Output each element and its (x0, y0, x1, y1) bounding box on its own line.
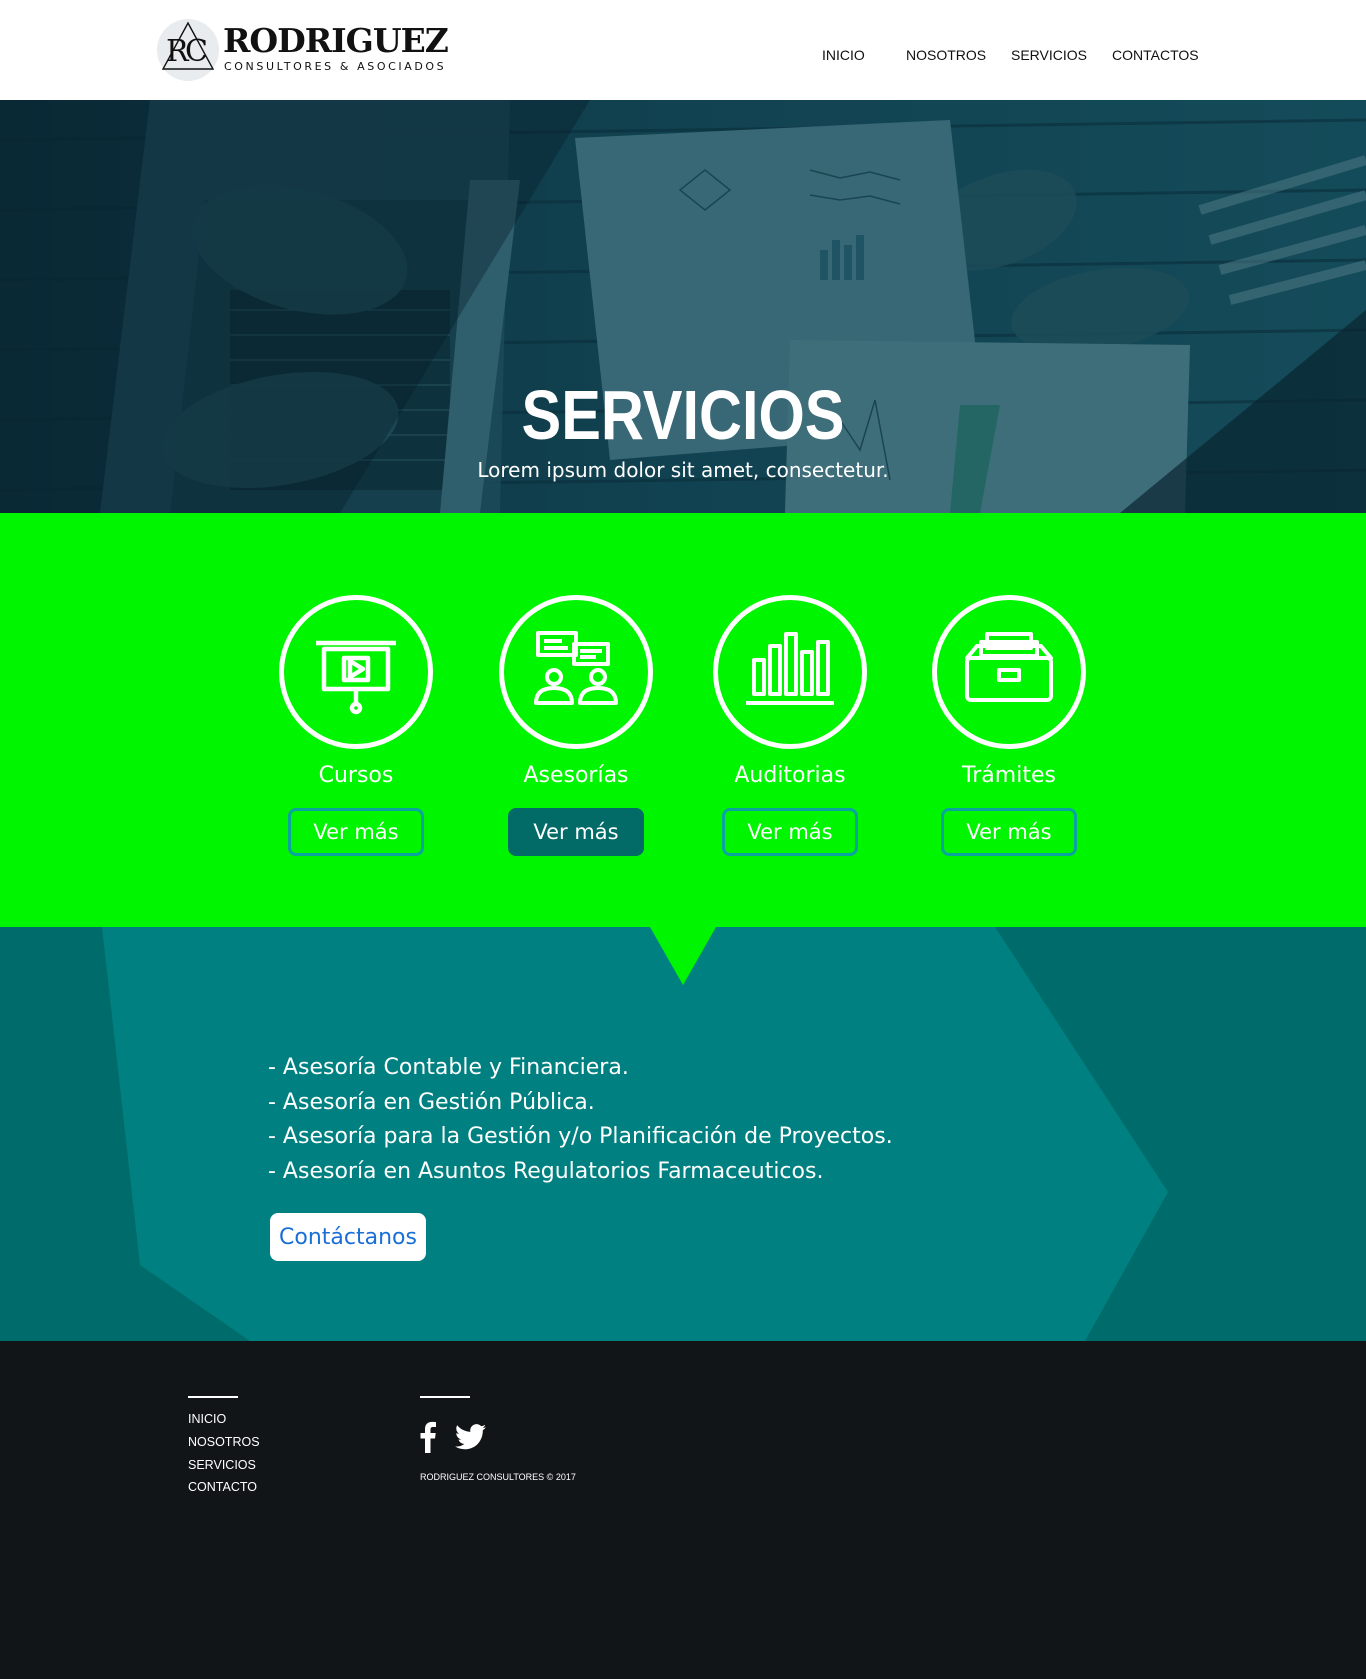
hero-subtitle: Lorem ipsum dolor sit amet, consectetur. (477, 458, 889, 482)
contactanos-button[interactable]: Contáctanos (270, 1213, 426, 1261)
ver-mas-button-cursos[interactable]: Ver más (288, 808, 424, 856)
service-card-cursos: Cursos Ver más (276, 595, 436, 856)
bar-chart-icon (746, 632, 834, 705)
service-card-asesorias: Asesorías Ver más (496, 595, 656, 856)
service-circle (932, 595, 1086, 749)
service-card-tramites: Trámites Ver más (929, 595, 1089, 856)
footer-link-inicio[interactable]: INICIO (188, 1412, 226, 1426)
file-drawer-icon (965, 632, 1053, 702)
hero-banner: SERVICIOS Lorem ipsum dolor sit amet, co… (0, 100, 1366, 513)
service-title: Auditorias (734, 763, 846, 788)
advisory-item: - Asesoría en Gestión Pública. (268, 1089, 595, 1115)
copyright-text: RODRIGUEZ CONSULTORES © 2017 (420, 1472, 576, 1482)
footer-divider (188, 1396, 238, 1398)
site-footer: INICIO NOSOTROS SERVICIOS CONTACTO RODRI… (0, 1341, 1366, 1679)
advisory-item: - Asesoría en Asuntos Regulatorios Farma… (268, 1158, 824, 1184)
advisory-section: - Asesoría Contable y Financiera. - Ases… (0, 927, 1366, 1341)
consulting-icon (534, 631, 618, 705)
main-nav: INICIO NOSOTROS SERVICIOS CONTACTOS (0, 47, 1366, 67)
ver-mas-button-auditorias[interactable]: Ver más (722, 808, 858, 856)
service-circle (713, 595, 867, 749)
footer-divider (420, 1396, 470, 1398)
service-title: Trámites (962, 763, 1056, 788)
service-title: Asesorías (523, 763, 629, 788)
advisory-item: - Asesoría Contable y Financiera. (268, 1055, 629, 1080)
service-title: Cursos (318, 763, 394, 788)
footer-link-servicios[interactable]: SERVICIOS (188, 1458, 256, 1472)
nav-nosotros[interactable]: NOSOTROS (906, 47, 986, 63)
nav-servicios[interactable]: SERVICIOS (1011, 47, 1087, 63)
footer-link-contacto[interactable]: CONTACTO (188, 1480, 257, 1494)
presentation-icon (316, 640, 396, 715)
service-card-auditorias: Auditorias Ver más (710, 595, 870, 856)
site-header: R C RODRIGUEZ CONSULTORES & ASOCIADOS IN… (0, 0, 1366, 100)
service-circle (499, 595, 653, 749)
footer-link-nosotros[interactable]: NOSOTROS (188, 1435, 260, 1449)
advisory-item: - Asesoría para la Gestión y/o Planifica… (268, 1124, 893, 1149)
service-circle (279, 595, 433, 749)
facebook-icon[interactable] (420, 1421, 436, 1457)
nav-contactos[interactable]: CONTACTOS (1112, 47, 1199, 63)
hero-title: SERVICIOS (521, 376, 845, 454)
nav-inicio[interactable]: INICIO (822, 47, 865, 63)
twitter-icon[interactable] (455, 1424, 486, 1454)
services-section: Cursos Ver más Asesorías Ver más Auditor… (0, 513, 1366, 927)
advisory-list: - Asesoría Contable y Financiera. - Ases… (268, 1051, 893, 1189)
ver-mas-button-asesorias[interactable]: Ver más (508, 808, 644, 856)
ver-mas-button-tramites[interactable]: Ver más (941, 808, 1077, 856)
